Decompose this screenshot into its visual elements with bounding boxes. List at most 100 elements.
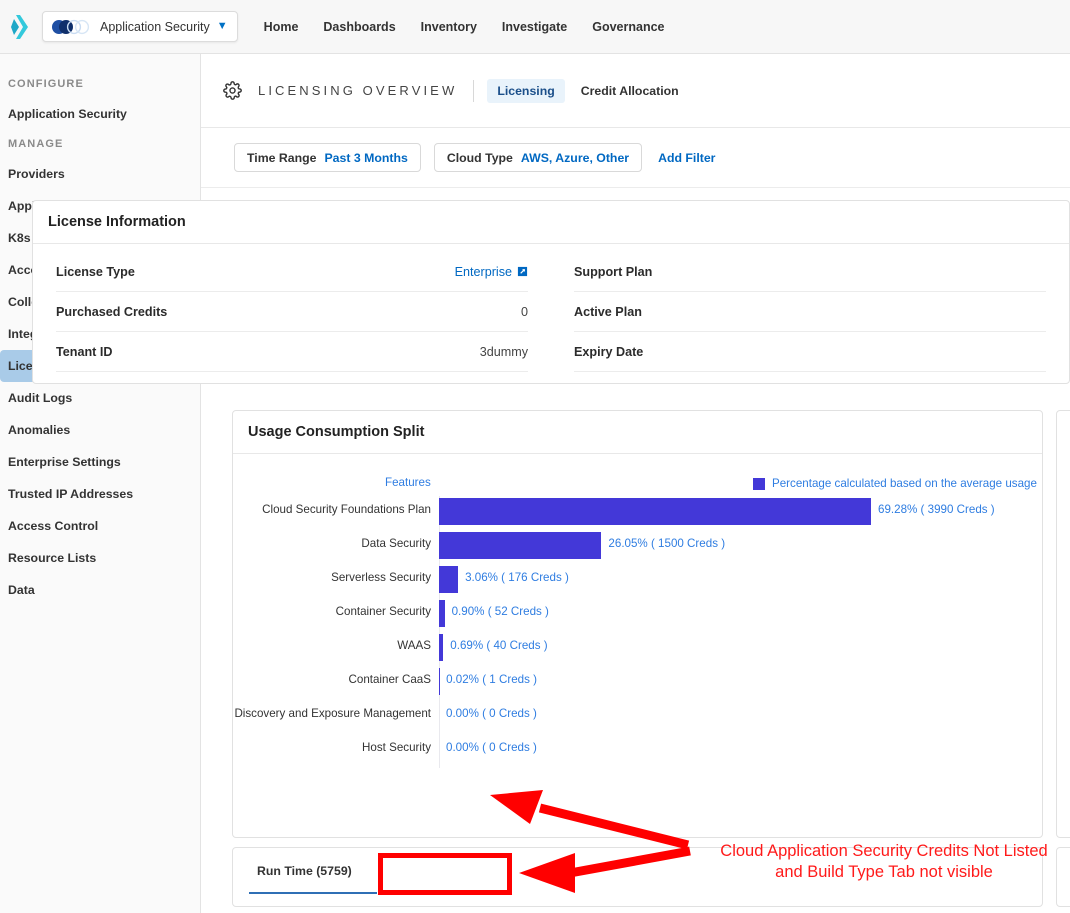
sidebar-item-application-security[interactable]: Application Security	[0, 98, 187, 130]
chart-bar-label: Cloud Security Foundations Plan	[262, 503, 431, 516]
license-info-left-column: License Type Enterprise Purchased Credit…	[33, 244, 551, 372]
chart-bar-row: WAAS 0.69% ( 40 Creds )	[233, 632, 1042, 666]
tab-run-time[interactable]: Run Time (5759)	[257, 864, 352, 878]
tab-run-time-underline	[249, 892, 377, 894]
top-menu-item-dashboards[interactable]: Dashboards	[323, 20, 395, 34]
chart-bar-fill[interactable]	[439, 600, 445, 627]
license-value-tenant-id: 3dummy	[480, 345, 528, 359]
license-row-active-plan: Active Plan	[574, 292, 1046, 332]
chart-bar-value: 0.00% ( 0 Creds )	[446, 741, 537, 754]
chevron-down-icon[interactable]: ▼	[217, 21, 228, 32]
annotation-text: Cloud Application Security Credits Not L…	[698, 841, 1070, 883]
tab-licensing[interactable]: Licensing	[487, 79, 564, 103]
chart-bar-label: WAAS	[397, 639, 431, 652]
chart-bar-row: Cloud Security Foundations Plan 69.28% ( …	[233, 496, 1042, 530]
filter-time-range[interactable]: Time Range Past 3 Months	[234, 143, 421, 172]
chart-axis-line	[439, 700, 440, 734]
chart-bar-fill[interactable]	[439, 566, 458, 593]
top-menu-item-home[interactable]: Home	[264, 20, 299, 34]
tenant-name: Application Security	[100, 20, 210, 34]
chart-bar-row: Data Security 26.05% ( 1500 Creds )	[233, 530, 1042, 564]
header-divider	[473, 80, 474, 102]
top-menu-item-governance[interactable]: Governance	[592, 20, 664, 34]
page-header: LICENSING OVERVIEW Licensing Credit Allo…	[201, 54, 1070, 128]
license-row-expiry-date: Expiry Date	[574, 332, 1046, 372]
sidebar-item-anomalies[interactable]: Anomalies	[0, 414, 187, 446]
top-navigation-bar: Application Security ▼ Home Dashboards I…	[0, 0, 1070, 54]
page-title: LICENSING OVERVIEW	[258, 83, 457, 98]
chart-bar-label: Data Security	[361, 537, 431, 550]
license-row-support-plan: Support Plan	[574, 252, 1046, 292]
sidebar-item-providers[interactable]: Providers	[0, 158, 187, 190]
annotation-empty-tab-box	[378, 853, 512, 895]
chart-bar-fill[interactable]	[439, 532, 601, 559]
sidebar-item-audit-logs[interactable]: Audit Logs	[0, 382, 187, 414]
chart-bar-value: 69.28% ( 3990 Creds )	[878, 503, 995, 516]
chart-bar-label: Serverless Security	[331, 571, 431, 584]
chart-bar-value: 26.05% ( 1500 Creds )	[608, 537, 725, 550]
gear-icon[interactable]	[223, 81, 242, 100]
chart-bar-value: 0.69% ( 40 Creds )	[450, 639, 547, 652]
add-filter-button[interactable]: Add Filter	[658, 151, 715, 165]
sidebar-item-trusted-ip-addresses[interactable]: Trusted IP Addresses	[0, 478, 187, 510]
sidebar: CONFIGURE Application Security MANAGE Pr…	[0, 54, 201, 913]
license-value-purchased-credits: 0	[521, 305, 528, 319]
license-key-active-plan: Active Plan	[574, 305, 642, 319]
license-information-card: License Information License Type Enterpr…	[32, 200, 1070, 384]
sidebar-item-access-control[interactable]: Access Control	[0, 510, 187, 542]
license-info-right-column: Support Plan Active Plan Expiry Date	[551, 244, 1069, 372]
chart-axis-line	[439, 734, 440, 768]
sidebar-item-enterprise-settings[interactable]: Enterprise Settings	[0, 446, 187, 478]
chart-bar-track	[439, 566, 458, 593]
annotation-text-line2: and Build Type Tab not visible	[698, 862, 1070, 883]
filter-cloud-type-value: AWS, Azure, Other	[521, 151, 629, 165]
chart-bar-row: Discovery and Exposure Management0.00% (…	[233, 700, 1042, 734]
chart-bar-track	[439, 600, 445, 627]
license-row-tenant-id: Tenant ID 3dummy	[56, 332, 528, 372]
chart-bar-track	[439, 498, 871, 525]
tenant-switcher[interactable]: Application Security ▼	[42, 11, 238, 42]
prisma-logo	[4, 14, 38, 40]
usage-consumption-split-card-secondary	[1056, 410, 1070, 838]
license-key-tenant-id: Tenant ID	[56, 345, 112, 359]
chart-bar-fill[interactable]	[439, 498, 871, 525]
chart-bars-container: Cloud Security Foundations Plan 69.28% ( …	[233, 496, 1042, 768]
license-key-license-type: License Type	[56, 265, 135, 279]
chart-bar-row: Container Security0.90% ( 52 Creds )	[233, 598, 1042, 632]
chart-bar-row: Host Security 0.00% ( 0 Creds )	[233, 734, 1042, 768]
filter-time-range-value: Past 3 Months	[324, 151, 407, 165]
chart-bar-value: 3.06% ( 176 Creds )	[465, 571, 569, 584]
filter-time-range-label: Time Range	[247, 151, 316, 165]
chart-legend: Percentage calculated based on the avera…	[753, 477, 1037, 490]
chart-bar-track	[439, 634, 443, 661]
chart-bar-fill[interactable]	[439, 634, 443, 661]
chart-bar-row: Container CaaS0.02% ( 1 Creds )	[233, 666, 1042, 700]
sidebar-group-manage: MANAGE	[0, 130, 200, 158]
sidebar-item-data[interactable]: Data	[0, 574, 187, 606]
chart-legend-row: Features Percentage calculated based on …	[233, 454, 1042, 496]
tenant-rings-icon	[51, 19, 93, 35]
sidebar-item-resource-lists[interactable]: Resource Lists	[0, 542, 187, 574]
chart-bar-value: 0.02% ( 1 Creds )	[446, 673, 537, 686]
chart-bar-track	[439, 532, 601, 559]
license-key-support-plan: Support Plan	[574, 265, 652, 279]
top-menu-item-inventory[interactable]: Inventory	[421, 20, 477, 34]
chart-bar-label: Host Security	[362, 741, 431, 754]
license-type-text: Enterprise	[455, 265, 512, 279]
chart-bar-row: Serverless Security 3.06% ( 176 Creds )	[233, 564, 1042, 598]
external-link-icon[interactable]	[517, 266, 528, 277]
tab-credit-allocation[interactable]: Credit Allocation	[571, 79, 689, 103]
top-menu-item-investigate[interactable]: Investigate	[502, 20, 567, 34]
filter-cloud-type[interactable]: Cloud Type AWS, Azure, Other	[434, 143, 642, 172]
filter-cloud-type-label: Cloud Type	[447, 151, 513, 165]
chart-axis-line	[439, 666, 440, 700]
chart-bar-value: 0.00% ( 0 Creds )	[446, 707, 537, 720]
annotation-text-line1: Cloud Application Security Credits Not L…	[698, 841, 1070, 862]
chart-bar-label: Container Security	[336, 605, 431, 618]
top-menu: Home Dashboards Inventory Investigate Go…	[264, 20, 665, 34]
filter-bar: Time Range Past 3 Months Cloud Type AWS,…	[201, 128, 1070, 188]
usage-consumption-split-title: Usage Consumption Split	[233, 411, 1042, 454]
usage-consumption-split-card: Usage Consumption Split Features Percent…	[232, 410, 1043, 838]
license-key-expiry-date: Expiry Date	[574, 345, 643, 359]
license-value-license-type[interactable]: Enterprise	[455, 265, 528, 279]
